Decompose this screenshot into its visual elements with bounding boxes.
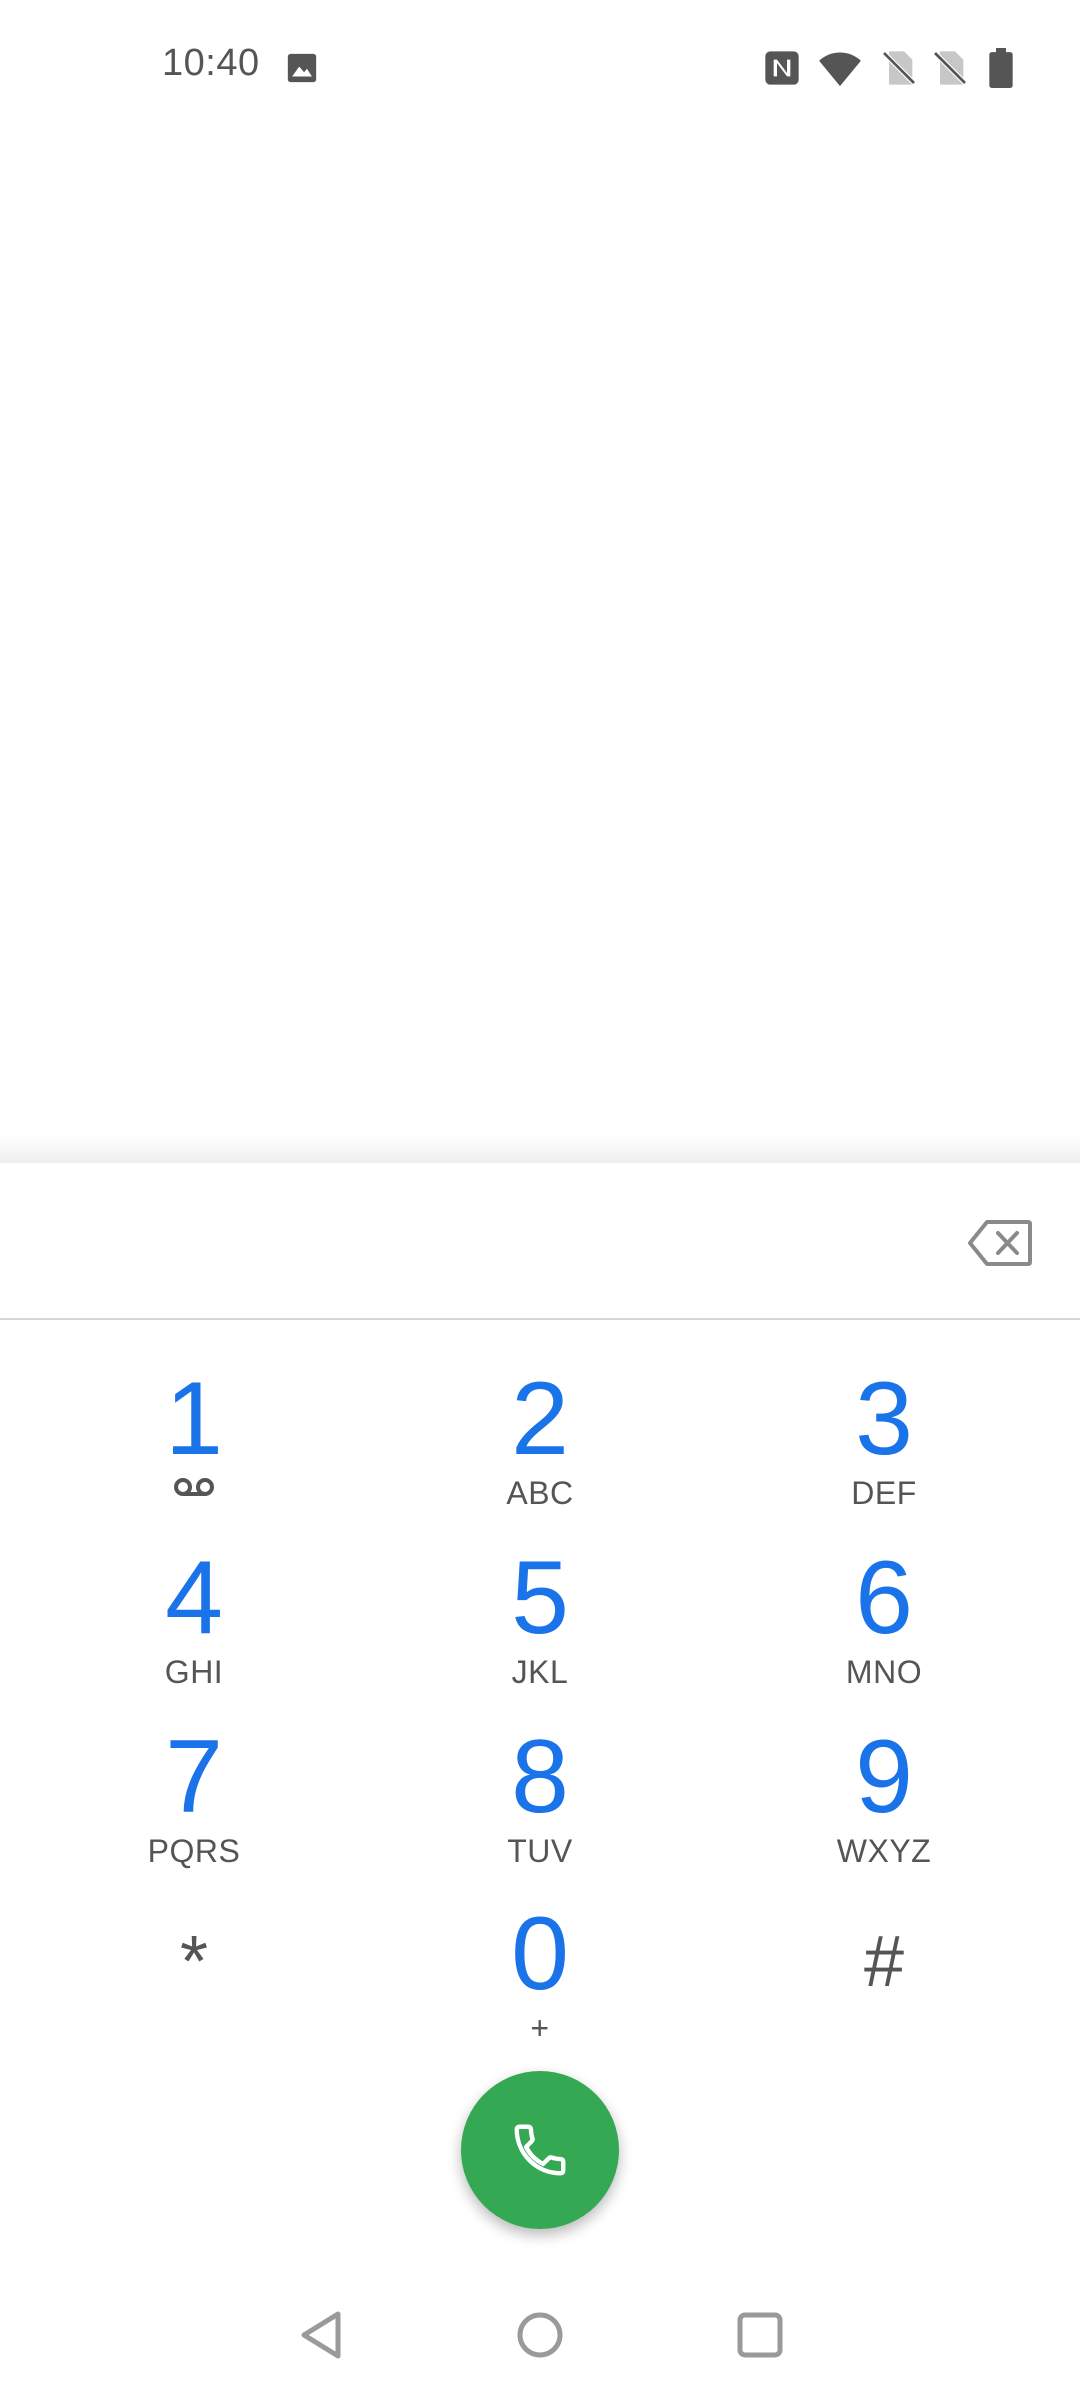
- key-letters: ABC: [506, 1475, 574, 1511]
- wifi-icon: [818, 48, 862, 88]
- home-icon: [517, 2312, 563, 2358]
- key-digit: 0: [511, 1896, 569, 2012]
- back-button[interactable]: [292, 2305, 352, 2365]
- no-sim-icon: [879, 48, 919, 88]
- key-letters: JKL: [511, 1654, 569, 1690]
- digits-row: [0, 1163, 1080, 1320]
- backspace-button[interactable]: [960, 1203, 1040, 1283]
- dial-key-8[interactable]: 8 TUV: [390, 1713, 690, 1883]
- key-letters: WXYZ: [836, 1833, 932, 1869]
- key-digit: 1: [165, 1361, 223, 1477]
- key-digit: #: [863, 1922, 905, 2002]
- key-letters: +: [530, 2010, 550, 2046]
- key-digit: 4: [165, 1540, 223, 1656]
- key-digit: 3: [855, 1361, 913, 1477]
- dial-key-3[interactable]: 3 DEF: [734, 1355, 1034, 1525]
- recents-button[interactable]: [730, 2305, 790, 2365]
- status-bar: 10:40: [0, 0, 1080, 135]
- sheet-shadow: [0, 1135, 1080, 1165]
- call-button[interactable]: [461, 2071, 619, 2229]
- key-digit: 8: [511, 1719, 569, 1835]
- dial-key-6[interactable]: 6 MNO: [734, 1534, 1034, 1704]
- key-digit: 7: [165, 1719, 223, 1835]
- dial-key-2[interactable]: 2 ABC: [390, 1355, 690, 1525]
- phone-icon: [514, 2124, 566, 2176]
- digits-input[interactable]: [40, 1193, 924, 1290]
- recents-icon: [737, 2312, 783, 2358]
- navigation-bar: [0, 2270, 1080, 2400]
- voicemail-icon: [44, 1475, 344, 1511]
- nfc-icon: [762, 48, 802, 88]
- key-digit: 5: [511, 1540, 569, 1656]
- back-icon: [301, 2311, 341, 2359]
- status-time: 10:40: [162, 42, 260, 84]
- dial-key-5[interactable]: 5 JKL: [390, 1534, 690, 1704]
- dial-key-7[interactable]: 7 PQRS: [44, 1713, 344, 1883]
- battery-icon: [986, 48, 1016, 88]
- key-digit: 2: [511, 1361, 569, 1477]
- key-digit: 9: [855, 1719, 913, 1835]
- key-letters: DEF: [851, 1475, 917, 1511]
- key-digit: *: [179, 1922, 209, 2002]
- backspace-icon: [968, 1220, 1032, 1266]
- photo-icon: [285, 51, 319, 85]
- dial-key-0[interactable]: 0 +: [390, 1890, 690, 2060]
- home-button[interactable]: [510, 2305, 570, 2365]
- key-digit: 6: [855, 1540, 913, 1656]
- dial-key-9[interactable]: 9 WXYZ: [734, 1713, 1034, 1883]
- key-letters: GHI: [164, 1654, 224, 1690]
- key-letters: PQRS: [147, 1833, 241, 1869]
- dial-key-pound[interactable]: #: [734, 1890, 1034, 2060]
- key-letters: MNO: [845, 1654, 923, 1690]
- key-letters: TUV: [507, 1833, 573, 1869]
- content-area: [0, 135, 1080, 1143]
- no-sim-icon: [930, 48, 970, 88]
- dial-key-1[interactable]: 1: [44, 1355, 344, 1525]
- dial-key-4[interactable]: 4 GHI: [44, 1534, 344, 1704]
- dial-key-star[interactable]: *: [44, 1890, 344, 2060]
